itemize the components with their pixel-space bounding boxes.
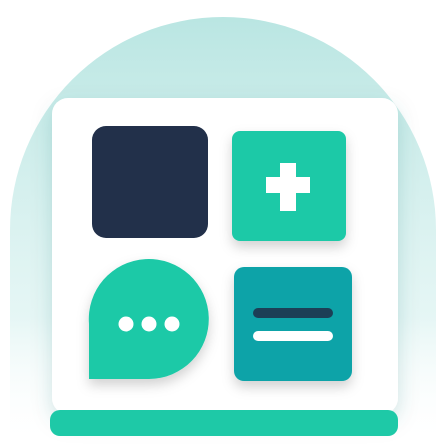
equals-icon [234, 267, 352, 381]
app-illustration [0, 0, 446, 446]
chat-bubble-icon [88, 259, 209, 379]
grid-square-icon [92, 126, 208, 238]
bottom-bar [50, 410, 398, 436]
plus-icon [232, 131, 346, 241]
illustration-canvas [10, 17, 436, 446]
